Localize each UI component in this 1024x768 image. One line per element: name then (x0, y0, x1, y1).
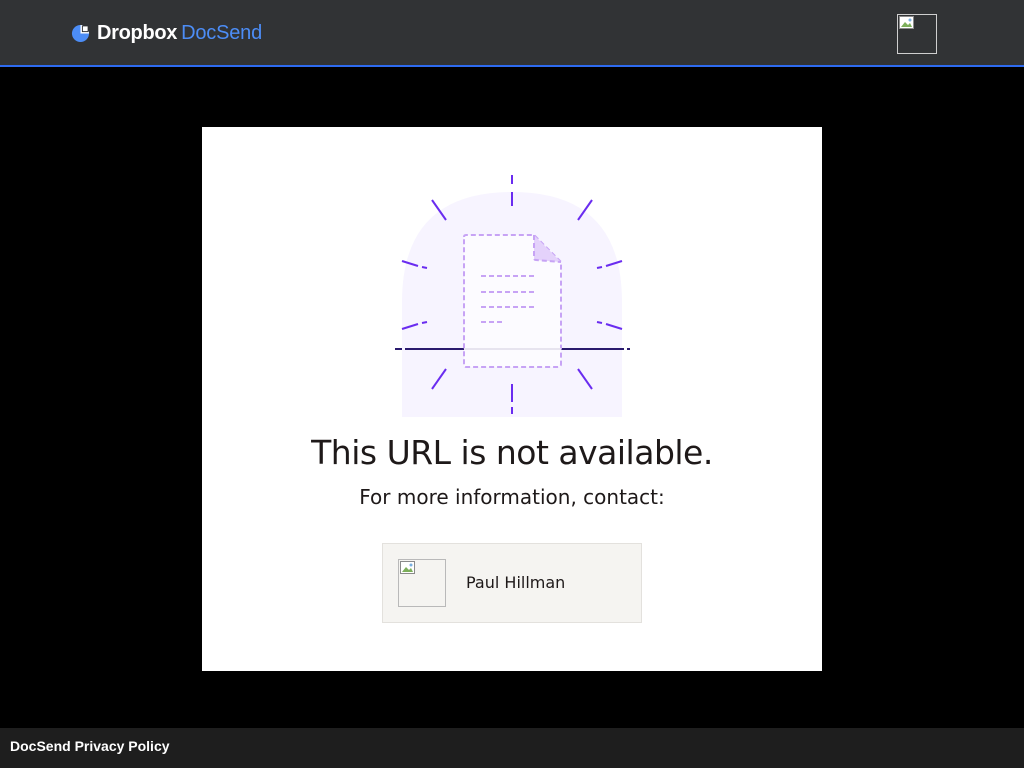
brand-docsend-text: DocSend (181, 21, 263, 44)
broken-image-icon (899, 16, 914, 29)
contact-card: Paul Hillman (382, 543, 642, 623)
user-avatar-image[interactable] (897, 14, 937, 54)
docsend-logo-icon (71, 24, 90, 42)
privacy-policy-link[interactable]: DocSend Privacy Policy (10, 738, 170, 754)
contact-avatar (398, 559, 446, 607)
top-header-bar: Dropbox DocSend (0, 0, 1024, 67)
document-unavailable-icon (395, 175, 630, 417)
unavailable-card: This URL is not available. For more info… (202, 127, 822, 671)
dropbox-docsend-logo[interactable]: Dropbox DocSend (71, 22, 262, 44)
contact-name: Paul Hillman (466, 573, 566, 592)
contact-prompt-text: For more information, contact: (359, 485, 665, 509)
footer-bar: DocSend Privacy Policy (0, 728, 1024, 768)
brand-dropbox-text: Dropbox (97, 21, 178, 44)
broken-image-icon (400, 561, 415, 574)
page-title: This URL is not available. (311, 433, 713, 472)
